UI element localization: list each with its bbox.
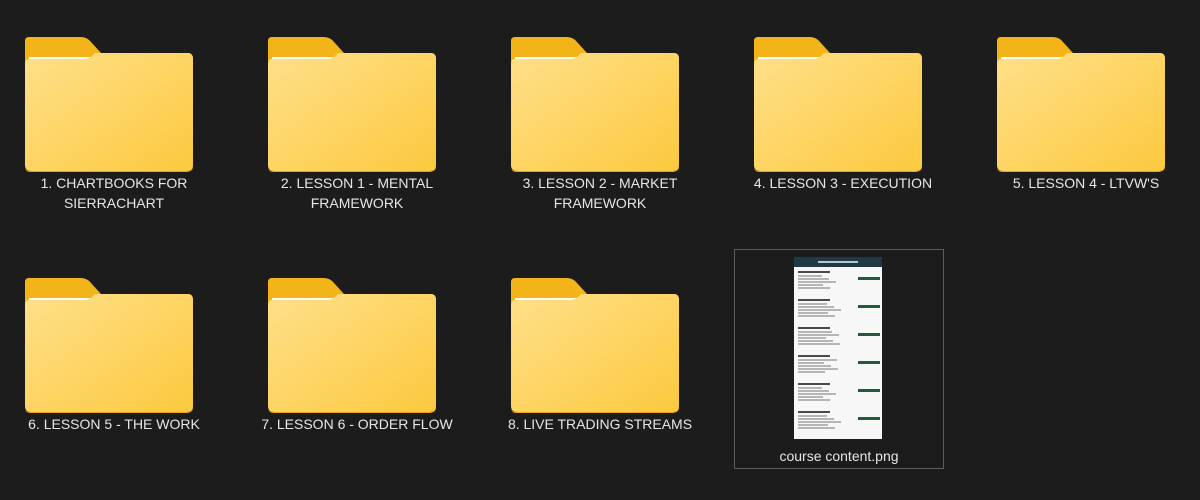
folder-item-lesson-3[interactable]: 4. LESSON 3 - EXECUTION [729,0,955,222]
folder-icon [752,35,924,173]
folder-label: 2. LESSON 1 - MENTAL FRAMEWORK [280,175,434,211]
folder-label: 5. LESSON 4 - LTVW'S [1012,175,1160,191]
thumbnail-text-line [798,383,830,385]
folder-label: 8. LIVE TRADING STREAMS [507,416,693,432]
thumbnail-text-line [798,427,835,429]
thumbnail-text-line [798,355,830,357]
thumbnail-text-line [798,399,830,401]
thumbnail-button [858,277,880,280]
thumbnail-text-line [798,275,822,277]
folder-icon [266,276,438,414]
folder-icon [23,35,195,173]
folder-icon [509,35,681,173]
thumbnail-text-line [798,415,827,417]
folder-icon [995,35,1167,173]
folder-item-lesson-1[interactable]: 2. LESSON 1 - MENTAL FRAMEWORK [243,0,469,222]
folder-item-lesson-5[interactable]: 6. LESSON 5 - THE WORK [0,241,226,463]
thumbnail-text-line [798,327,830,329]
thumbnail-button [858,305,880,308]
thumbnail-text-line [798,343,840,345]
thumbnail-button [858,389,880,392]
folder-icon [23,276,195,414]
folder-label: 4. LESSON 3 - EXECUTION [753,175,933,191]
thumbnail-button [858,361,880,364]
folder-icon [266,35,438,173]
thumbnail-text-line [798,278,829,280]
file-explorer-grid: 1. CHARTBOOKS FOR SIERRACHART 2. LESSON … [0,0,1200,500]
thumbnail-text-line [798,271,830,273]
folder-item-lesson-2[interactable]: 3. LESSON 2 - MARKET FRAMEWORK [486,0,712,222]
thumbnail-text-line [798,309,841,311]
thumbnail-text-line [798,396,823,398]
folder-item-lesson-4[interactable]: 5. LESSON 4 - LTVW'S [972,0,1198,222]
folder-item-live-trading[interactable]: 8. LIVE TRADING STREAMS [486,241,712,463]
thumbnail-text-line [798,421,841,423]
thumbnail-text-line [798,411,830,413]
thumbnail-text-line [798,303,827,305]
thumbnail-button [858,333,880,336]
folder-item-chartbooks[interactable]: 1. CHARTBOOKS FOR SIERRACHART [0,0,226,222]
thumbnail-text-line [798,393,836,395]
folder-label: 6. LESSON 5 - THE WORK [28,416,200,432]
thumbnail-text-line [798,418,834,420]
file-label: course content.png [779,448,899,464]
thumbnail-text-line [798,365,831,367]
thumbnail-text-line [798,312,828,314]
folder-label: 1. CHARTBOOKS FOR SIERRACHART [40,175,188,211]
folder-item-lesson-6[interactable]: 7. LESSON 6 - ORDER FLOW [243,241,469,463]
thumbnail-text-line [798,340,833,342]
folder-label: 7. LESSON 6 - ORDER FLOW [261,416,453,432]
thumbnail-text-line [798,424,828,426]
thumbnail-text-line [798,287,830,289]
thumbnail-text-line [798,390,829,392]
thumbnail-text-line [798,281,836,283]
file-item-course-content[interactable]: course content.png [734,249,944,469]
thumbnail-text-line [798,299,830,301]
folder-label: 3. LESSON 2 - MARKET FRAMEWORK [522,175,678,211]
thumbnail-text-line [798,362,824,364]
thumbnail-text-line [798,334,839,336]
thumbnail-text-line [798,387,822,389]
thumbnail-text-line [798,315,835,317]
thumbnail-text-line [798,306,834,308]
folder-icon [509,276,681,414]
thumbnail-text-line [798,284,823,286]
thumbnail-text-line [798,331,832,333]
image-thumbnail [794,257,882,439]
thumbnail-header [794,257,882,267]
thumbnail-button [858,417,880,420]
thumbnail-text-line [798,359,837,361]
thumbnail-text-line [798,371,825,373]
thumbnail-text-line [798,368,838,370]
thumbnail-text-line [798,337,826,339]
